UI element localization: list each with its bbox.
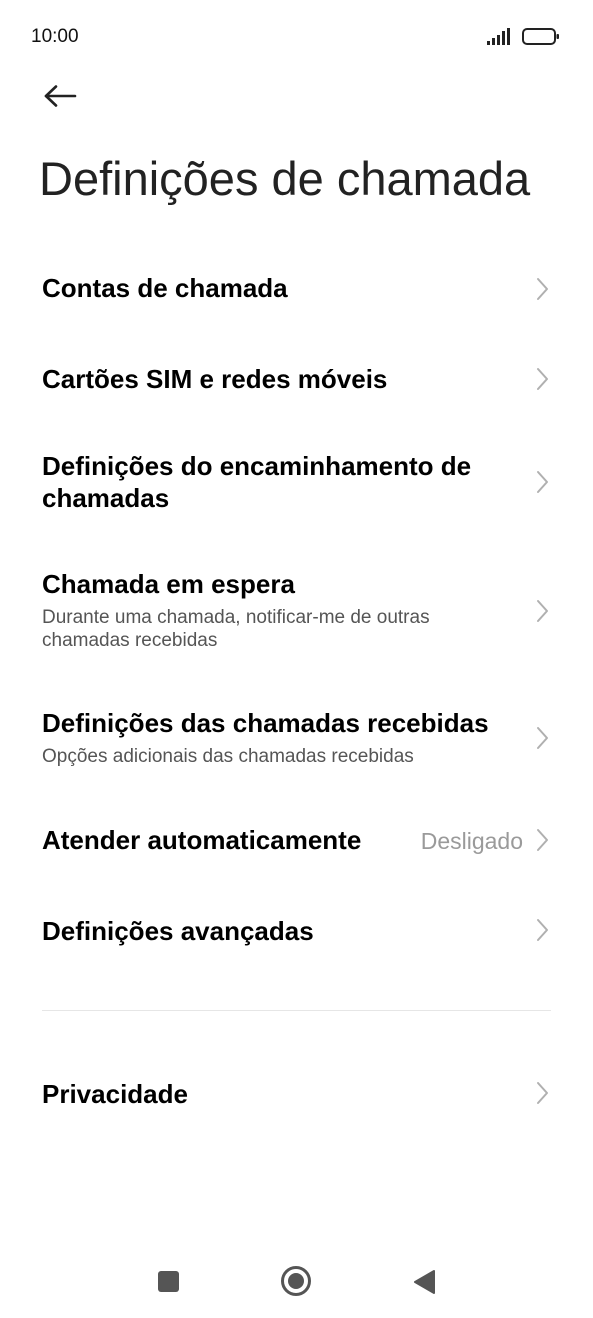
incoming-calls-subtitle: Opções adicionais das chamadas recebidas — [42, 746, 414, 767]
sim-networks-item[interactable]: Cartões SIM e redes móveis — [0, 340, 593, 420]
call-waiting-title: Chamada em espera — [42, 569, 295, 599]
call-forwarding-title: Definições do encaminhamento de chamadas — [42, 451, 472, 513]
back-button[interactable] — [36, 76, 84, 116]
battery-icon — [522, 28, 559, 45]
sim-networks-title: Cartões SIM e redes móveis — [42, 364, 388, 394]
status-time: 10:00 — [31, 26, 79, 47]
chevron-right-icon — [537, 919, 548, 941]
auto-answer-title: Atender automaticamente — [42, 825, 362, 855]
auto-answer-item[interactable]: Atender automaticamente Desligado — [0, 800, 593, 880]
auto-answer-value: Desligado — [420, 828, 523, 854]
nav-recents-button[interactable] — [158, 1271, 179, 1292]
privacy-item[interactable]: Privacidade — [0, 1053, 593, 1133]
chevron-right-icon — [537, 1082, 548, 1104]
chevron-right-icon — [537, 368, 548, 390]
call-forwarding-item[interactable]: Definições do encaminhamento de chamadas — [0, 440, 593, 530]
privacy-title: Privacidade — [42, 1079, 188, 1109]
call-accounts-title: Contas de chamada — [42, 273, 288, 303]
nav-back-button[interactable] — [412, 1269, 436, 1295]
chevron-right-icon — [537, 278, 548, 300]
chevron-right-icon — [537, 600, 548, 622]
advanced-settings-item[interactable]: Definições avançadas — [0, 890, 593, 970]
chevron-right-icon — [537, 471, 548, 493]
incoming-calls-item[interactable]: Definições das chamadas recebidas Opções… — [0, 700, 593, 780]
status-bar: 10:00 — [0, 0, 593, 70]
advanced-settings-title: Definições avançadas — [42, 916, 314, 946]
call-waiting-item[interactable]: Chamada em espera Durante uma chamada, n… — [0, 560, 593, 670]
call-accounts-item[interactable]: Contas de chamada — [0, 250, 593, 330]
incoming-calls-title: Definições das chamadas recebidas — [42, 708, 489, 738]
chevron-right-icon — [537, 727, 548, 749]
arrow-left-icon — [44, 85, 77, 107]
call-waiting-subtitle: Durante uma chamada, notificar-me de out… — [42, 607, 430, 651]
nav-home-button[interactable] — [280, 1265, 312, 1297]
chevron-right-icon — [537, 829, 548, 851]
section-divider — [42, 1010, 551, 1011]
page-title: Definições de chamada — [39, 152, 531, 205]
signal-icon — [487, 28, 510, 45]
